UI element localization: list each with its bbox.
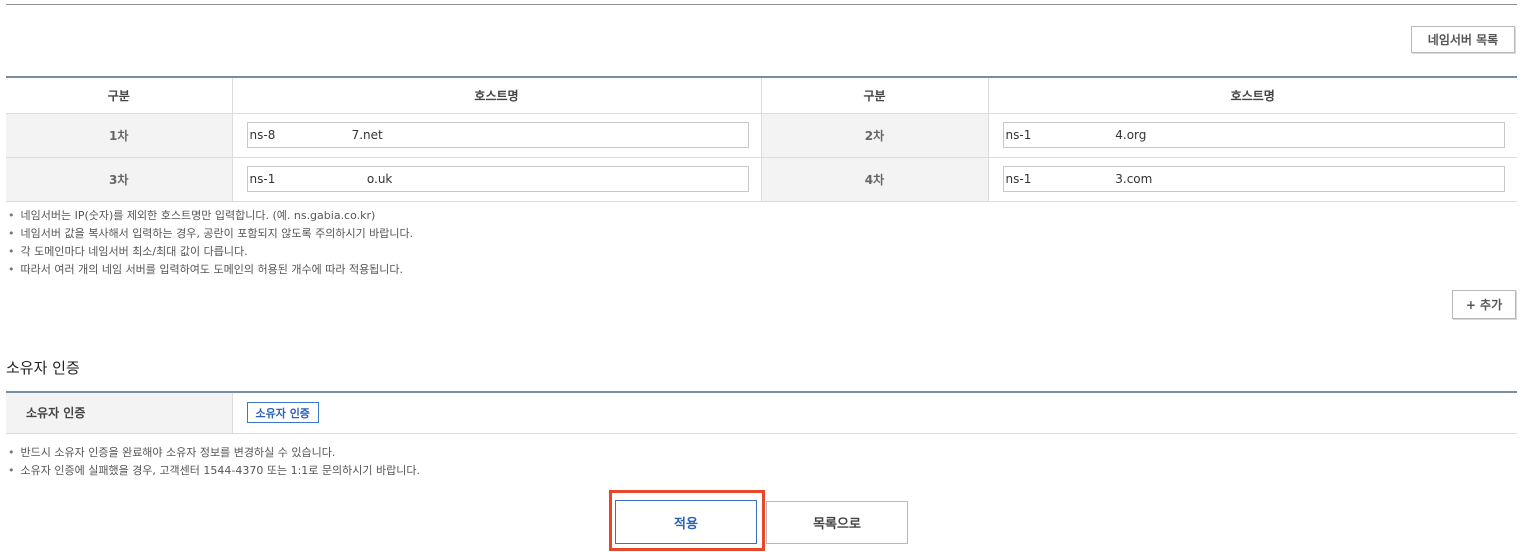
nameserver-table: 구분 호스트명 구분 호스트명 1차 2차 3차 4차	[6, 76, 1517, 202]
add-nameserver-button[interactable]: + 추가	[1452, 290, 1516, 319]
owner-verification-notes: 반드시 소유자 인증을 완료해야 소유자 정보를 변경하실 수 있습니다. 소유…	[8, 444, 420, 480]
owner-verification-table: 소유자 인증 소유자 인증	[6, 391, 1517, 434]
table-row: 소유자 인증 소유자 인증	[6, 392, 1517, 434]
list-item: 네임서버 값을 복사해서 입력하는 경우, 공란이 포함되지 않도록 주의하시기…	[8, 225, 414, 243]
header-hostname: 호스트명	[231, 77, 761, 114]
table-row: 1차 2차	[6, 113, 1517, 158]
row-label: 2차	[760, 113, 988, 158]
list-item: 네임서버는 IP(숫자)를 제외한 호스트명만 입력합니다. (예. ns.ga…	[8, 207, 413, 225]
hostname-cell	[987, 113, 1517, 158]
nameserver-3-input[interactable]	[246, 166, 749, 192]
nameserver-4-input[interactable]	[1002, 166, 1505, 192]
list-item: 소유자 인증에 실패했을 경우, 고객센터 1544-4370 또는 1:1로 …	[8, 462, 420, 480]
header-category: 구분	[6, 77, 232, 114]
row-label: 1차	[6, 113, 232, 158]
nameserver-header-row: 구분 호스트명 구분 호스트명	[6, 77, 1517, 114]
back-to-list-button[interactable]: 목록으로	[766, 501, 908, 544]
hostname-cell	[987, 157, 1517, 202]
hostname-cell	[231, 157, 761, 202]
row-label: 3차	[6, 157, 232, 202]
list-item: 따라서 여러 개의 네임 서버를 입력하여도 도메인의 허용된 개수에 따라 적…	[8, 261, 413, 279]
top-divider	[6, 4, 1517, 5]
nameserver-notes: 네임서버는 IP(숫자)를 제외한 호스트명만 입력합니다. (예. ns.ga…	[8, 207, 414, 279]
row-label: 소유자 인증	[6, 392, 232, 434]
hostname-cell	[231, 113, 761, 158]
owner-verify-button[interactable]: 소유자 인증	[246, 402, 319, 424]
verify-cell: 소유자 인증	[231, 392, 1517, 434]
list-item: 반드시 소유자 인증을 완료해야 소유자 정보를 변경하실 수 있습니다.	[8, 444, 420, 462]
header-category: 구분	[760, 77, 988, 114]
table-row: 3차 4차	[6, 157, 1517, 202]
row-label: 4차	[760, 157, 988, 202]
nameserver-1-input[interactable]	[246, 122, 749, 148]
apply-button[interactable]: 적용	[615, 500, 757, 544]
header-hostname: 호스트명	[987, 77, 1517, 114]
list-item: 각 도메인마다 네임서버 최소/최대 값이 다릅니다.	[8, 243, 413, 261]
section-title: 소유자 인증	[6, 359, 80, 377]
nameserver-list-button[interactable]: 네임서버 목록	[1411, 26, 1515, 53]
nameserver-2-input[interactable]	[1002, 122, 1505, 148]
